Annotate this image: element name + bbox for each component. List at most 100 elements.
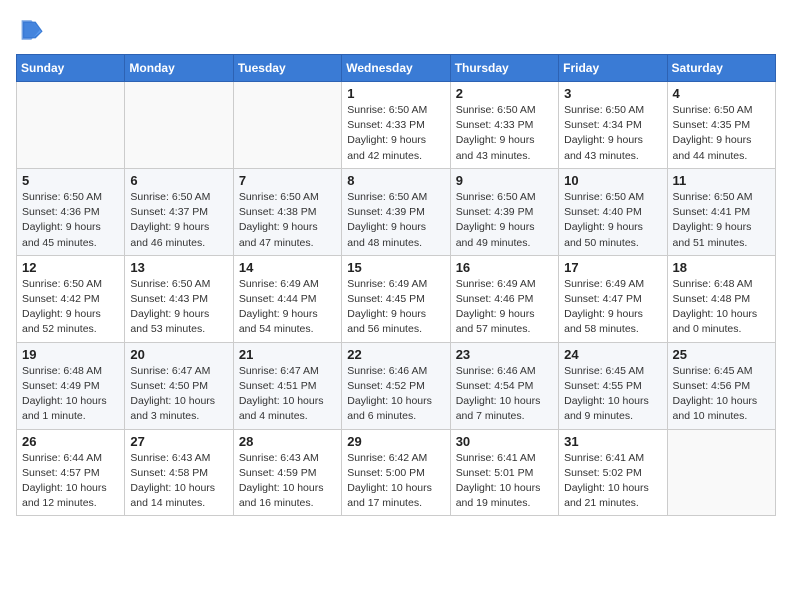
calendar-cell: 1 Sunrise: 6:50 AM Sunset: 4:33 PM Daylig…: [342, 82, 450, 169]
day-info-text: Sunrise: 6:48 AM Sunset: 4:49 PM Dayligh…: [22, 364, 119, 425]
day-info-text: Sunrise: 6:50 AM Sunset: 4:33 PM Dayligh…: [347, 103, 444, 164]
day-info-text: Sunrise: 6:50 AM Sunset: 4:34 PM Dayligh…: [564, 103, 661, 164]
calendar-header-row: SundayMondayTuesdayWednesdayThursdayFrid…: [17, 55, 776, 82]
day-number: 25: [673, 347, 770, 362]
day-number: 23: [456, 347, 553, 362]
calendar-cell: 9 Sunrise: 6:50 AM Sunset: 4:39 PM Daylig…: [450, 168, 558, 255]
calendar-cell: 11 Sunrise: 6:50 AM Sunset: 4:41 PM Dayli…: [667, 168, 775, 255]
day-info-text: Sunrise: 6:49 AM Sunset: 4:47 PM Dayligh…: [564, 277, 661, 338]
logo-icon: [16, 16, 44, 44]
day-number: 20: [130, 347, 227, 362]
day-header-saturday: Saturday: [667, 55, 775, 82]
calendar-cell: 13Sunrise: 6:50 AM Sunset: 4:43 PM Dayli…: [125, 255, 233, 342]
calendar-cell: 30 Sunrise: 6:41 AM Sunset: 5:01 PM Dayli…: [450, 429, 558, 516]
calendar-week-row: 19 Sunrise: 6:48 AM Sunset: 4:49 PM Dayli…: [17, 342, 776, 429]
calendar-cell: [667, 429, 775, 516]
calendar-cell: 28 Sunrise: 6:43 AM Sunset: 4:59 PM Dayli…: [233, 429, 341, 516]
day-number: 12: [22, 260, 119, 275]
day-number: 29: [347, 434, 444, 449]
day-number: 19: [22, 347, 119, 362]
calendar-cell: 12Sunrise: 6:50 AM Sunset: 4:42 PM Dayli…: [17, 255, 125, 342]
calendar-cell: 8 Sunrise: 6:50 AM Sunset: 4:39 PM Daylig…: [342, 168, 450, 255]
day-number: 1: [347, 86, 444, 101]
calendar-week-row: 12Sunrise: 6:50 AM Sunset: 4:42 PM Dayli…: [17, 255, 776, 342]
day-number: 16: [456, 260, 553, 275]
day-header-tuesday: Tuesday: [233, 55, 341, 82]
day-info-text: Sunrise: 6:50 AM Sunset: 4:35 PM Dayligh…: [673, 103, 770, 164]
header: [16, 16, 776, 44]
calendar-cell: 17 Sunrise: 6:49 AM Sunset: 4:47 PM Dayli…: [559, 255, 667, 342]
day-number: 15: [347, 260, 444, 275]
day-info-text: Sunrise: 6:44 AM Sunset: 4:57 PM Dayligh…: [22, 451, 119, 512]
calendar-cell: 2 Sunrise: 6:50 AM Sunset: 4:33 PM Daylig…: [450, 82, 558, 169]
calendar-cell: 29 Sunrise: 6:42 AM Sunset: 5:00 PM Dayli…: [342, 429, 450, 516]
calendar-cell: 21Sunrise: 6:47 AM Sunset: 4:51 PM Dayli…: [233, 342, 341, 429]
day-info-text: Sunrise: 6:46 AM Sunset: 4:54 PM Dayligh…: [456, 364, 553, 425]
calendar-cell: 18 Sunrise: 6:48 AM Sunset: 4:48 PM Dayli…: [667, 255, 775, 342]
day-info-text: Sunrise: 6:45 AM Sunset: 4:55 PM Dayligh…: [564, 364, 661, 425]
calendar-cell: 10Sunrise: 6:50 AM Sunset: 4:40 PM Dayli…: [559, 168, 667, 255]
calendar-cell: [233, 82, 341, 169]
calendar-cell: 23 Sunrise: 6:46 AM Sunset: 4:54 PM Dayli…: [450, 342, 558, 429]
day-number: 3: [564, 86, 661, 101]
day-number: 14: [239, 260, 336, 275]
logo: [16, 16, 48, 44]
calendar-cell: 14 Sunrise: 6:49 AM Sunset: 4:44 PM Dayli…: [233, 255, 341, 342]
day-number: 2: [456, 86, 553, 101]
day-info-text: Sunrise: 6:50 AM Sunset: 4:39 PM Dayligh…: [347, 190, 444, 251]
day-info-text: Sunrise: 6:49 AM Sunset: 4:46 PM Dayligh…: [456, 277, 553, 338]
day-header-friday: Friday: [559, 55, 667, 82]
calendar-week-row: 26Sunrise: 6:44 AM Sunset: 4:57 PM Dayli…: [17, 429, 776, 516]
day-number: 10: [564, 173, 661, 188]
day-number: 31: [564, 434, 661, 449]
day-info-text: Sunrise: 6:50 AM Sunset: 4:38 PM Dayligh…: [239, 190, 336, 251]
day-info-text: Sunrise: 6:50 AM Sunset: 4:43 PM Dayligh…: [130, 277, 227, 338]
day-info-text: Sunrise: 6:43 AM Sunset: 4:58 PM Dayligh…: [130, 451, 227, 512]
calendar-cell: [17, 82, 125, 169]
calendar-week-row: 1 Sunrise: 6:50 AM Sunset: 4:33 PM Daylig…: [17, 82, 776, 169]
calendar-table: SundayMondayTuesdayWednesdayThursdayFrid…: [16, 54, 776, 516]
calendar-cell: 6Sunrise: 6:50 AM Sunset: 4:37 PM Daylig…: [125, 168, 233, 255]
day-number: 11: [673, 173, 770, 188]
day-info-text: Sunrise: 6:43 AM Sunset: 4:59 PM Dayligh…: [239, 451, 336, 512]
day-number: 17: [564, 260, 661, 275]
day-number: 7: [239, 173, 336, 188]
day-number: 22: [347, 347, 444, 362]
day-number: 4: [673, 86, 770, 101]
day-number: 18: [673, 260, 770, 275]
day-number: 30: [456, 434, 553, 449]
day-number: 8: [347, 173, 444, 188]
day-info-text: Sunrise: 6:46 AM Sunset: 4:52 PM Dayligh…: [347, 364, 444, 425]
day-info-text: Sunrise: 6:41 AM Sunset: 5:01 PM Dayligh…: [456, 451, 553, 512]
day-number: 28: [239, 434, 336, 449]
day-info-text: Sunrise: 6:50 AM Sunset: 4:41 PM Dayligh…: [673, 190, 770, 251]
day-info-text: Sunrise: 6:45 AM Sunset: 4:56 PM Dayligh…: [673, 364, 770, 425]
calendar-cell: [125, 82, 233, 169]
calendar-cell: 26Sunrise: 6:44 AM Sunset: 4:57 PM Dayli…: [17, 429, 125, 516]
calendar-cell: 25 Sunrise: 6:45 AM Sunset: 4:56 PM Dayli…: [667, 342, 775, 429]
calendar-cell: 5Sunrise: 6:50 AM Sunset: 4:36 PM Daylig…: [17, 168, 125, 255]
day-header-thursday: Thursday: [450, 55, 558, 82]
calendar-cell: 16 Sunrise: 6:49 AM Sunset: 4:46 PM Dayli…: [450, 255, 558, 342]
calendar-cell: 22 Sunrise: 6:46 AM Sunset: 4:52 PM Dayli…: [342, 342, 450, 429]
day-info-text: Sunrise: 6:49 AM Sunset: 4:44 PM Dayligh…: [239, 277, 336, 338]
day-number: 5: [22, 173, 119, 188]
day-info-text: Sunrise: 6:49 AM Sunset: 4:45 PM Dayligh…: [347, 277, 444, 338]
day-info-text: Sunrise: 6:48 AM Sunset: 4:48 PM Dayligh…: [673, 277, 770, 338]
day-info-text: Sunrise: 6:47 AM Sunset: 4:50 PM Dayligh…: [130, 364, 227, 425]
calendar-cell: 15 Sunrise: 6:49 AM Sunset: 4:45 PM Dayli…: [342, 255, 450, 342]
day-number: 24: [564, 347, 661, 362]
day-number: 6: [130, 173, 227, 188]
day-header-wednesday: Wednesday: [342, 55, 450, 82]
calendar-cell: 20 Sunrise: 6:47 AM Sunset: 4:50 PM Dayli…: [125, 342, 233, 429]
day-header-sunday: Sunday: [17, 55, 125, 82]
day-number: 27: [130, 434, 227, 449]
day-number: 9: [456, 173, 553, 188]
day-info-text: Sunrise: 6:42 AM Sunset: 5:00 PM Dayligh…: [347, 451, 444, 512]
calendar-cell: 27 Sunrise: 6:43 AM Sunset: 4:58 PM Dayli…: [125, 429, 233, 516]
day-info-text: Sunrise: 6:50 AM Sunset: 4:33 PM Dayligh…: [456, 103, 553, 164]
calendar-cell: 31Sunrise: 6:41 AM Sunset: 5:02 PM Dayli…: [559, 429, 667, 516]
calendar-cell: 3 Sunrise: 6:50 AM Sunset: 4:34 PM Daylig…: [559, 82, 667, 169]
calendar-week-row: 5Sunrise: 6:50 AM Sunset: 4:36 PM Daylig…: [17, 168, 776, 255]
day-info-text: Sunrise: 6:50 AM Sunset: 4:39 PM Dayligh…: [456, 190, 553, 251]
